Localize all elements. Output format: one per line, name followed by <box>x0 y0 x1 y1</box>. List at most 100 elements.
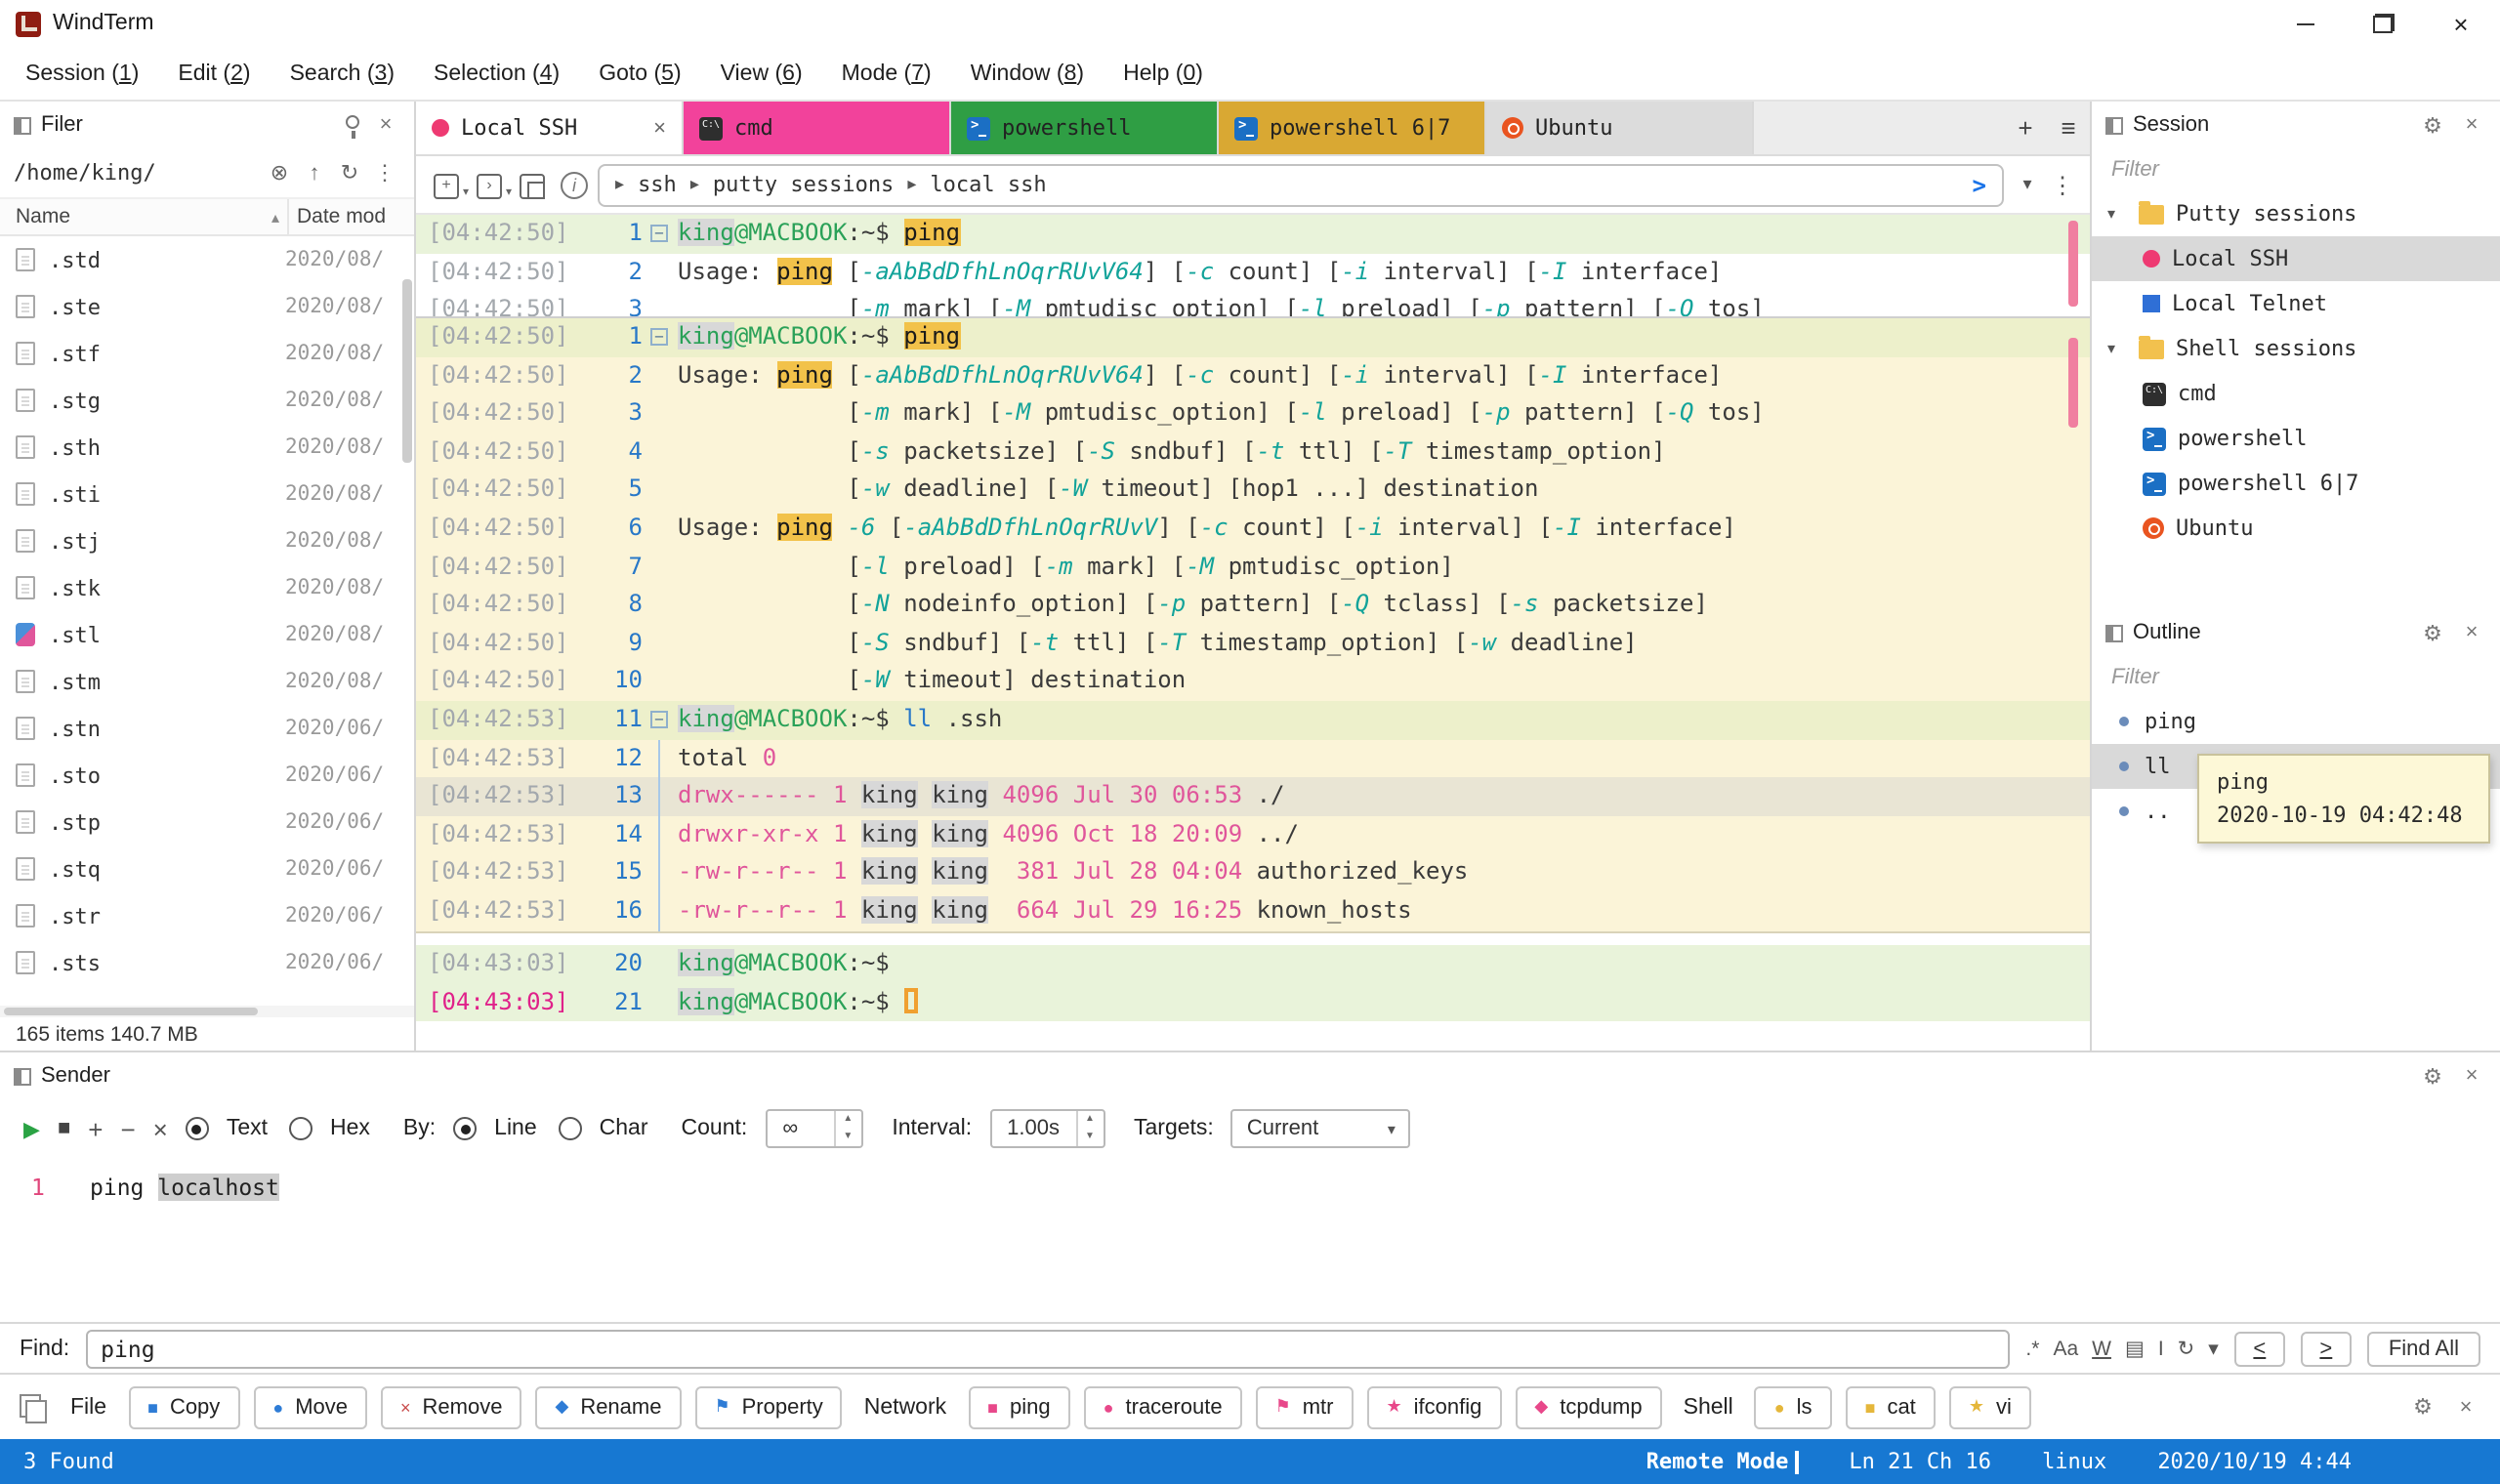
file-row[interactable]: .stf 2020/08/ <box>0 330 414 377</box>
find-next-button[interactable]: > <box>2300 1331 2352 1366</box>
current-path[interactable]: /home/king/ <box>14 160 156 186</box>
toolbar-button-vi[interactable]: ★ vi <box>1948 1385 2031 1428</box>
new-tab-button[interactable]: + <box>2004 102 2047 154</box>
menu-item-search[interactable]: Search (3) <box>271 62 414 85</box>
toolbar-button-property[interactable]: ⚑ Property <box>694 1385 843 1428</box>
duplicate-session-icon[interactable] <box>475 169 512 200</box>
session-item-putty-sessions[interactable]: ▾ Putty sessions <box>2092 191 2500 236</box>
toolbar-button-remove[interactable]: × Remove <box>381 1385 522 1428</box>
outline-filter-input[interactable]: Filter <box>2092 656 2500 699</box>
increment-icon[interactable]: ▲ <box>1077 1111 1103 1129</box>
gear-icon[interactable]: ⚙ <box>2418 620 2447 645</box>
count-spinner[interactable]: ∞ ▲ ▼ <box>765 1109 863 1148</box>
find-all-button[interactable]: Find All <box>2366 1331 2480 1366</box>
fold-marker-icon[interactable]: − <box>650 328 668 346</box>
pin-icon[interactable] <box>342 111 361 139</box>
menu-item-view[interactable]: View (6) <box>701 62 822 85</box>
datetime-status[interactable]: 2020/10/19 4:44 <box>2157 1449 2352 1474</box>
toolbar-button-mtr[interactable]: ⚑ mtr <box>1255 1385 1354 1428</box>
hex-mode-radio[interactable] <box>289 1117 312 1140</box>
terminal-pane-main[interactable]: [04:42:50] 1− king@MACBOOK:~$ ping [04:42:5… <box>416 318 2090 933</box>
session-item-powershell[interactable]: powershell <box>2092 416 2500 461</box>
char-mode-radio[interactable] <box>558 1117 582 1140</box>
maximize-button[interactable] <box>2344 0 2422 47</box>
menu-item-goto[interactable]: Goto (5) <box>579 62 700 85</box>
close-panel-icon[interactable]: × <box>2451 1395 2480 1419</box>
menu-item-mode[interactable]: Mode (7) <box>822 62 951 85</box>
file-row[interactable]: .stm 2020/08/ <box>0 658 414 705</box>
file-row[interactable]: .sts 2020/06/ <box>0 939 414 986</box>
clear-path-icon[interactable]: ⊗ <box>264 160 295 186</box>
new-session-icon[interactable] <box>432 169 469 200</box>
breadcrumb-item[interactable]: ssh <box>638 172 677 197</box>
refresh-icon[interactable]: ↻ <box>334 160 365 186</box>
close-tab-icon[interactable]: × <box>653 116 666 140</box>
more-options-icon[interactable]: ⋮ <box>2051 171 2074 198</box>
menu-item-edit[interactable]: Edit (2) <box>158 62 270 85</box>
find-options-dropdown-icon[interactable]: ▾ <box>2208 1337 2219 1360</box>
chevron-down-icon[interactable]: ▾ <box>2014 174 2041 195</box>
session-item-ubuntu[interactable]: Ubuntu <box>2092 506 2500 551</box>
line-mode-radio[interactable] <box>453 1117 478 1140</box>
toolbar-button-copy[interactable]: ■ Copy <box>128 1385 240 1428</box>
fold-marker-icon[interactable]: − <box>650 710 668 728</box>
tab-local-ssh[interactable]: Local SSH × <box>416 102 684 154</box>
wrap-around-icon[interactable]: ↻ <box>2178 1337 2195 1360</box>
menu-item-window[interactable]: Window (8) <box>951 62 1104 85</box>
menu-item-selection[interactable]: Selection (4) <box>414 62 579 85</box>
horizontal-scrollbar[interactable] <box>0 1006 414 1017</box>
file-row[interactable]: .stk 2020/08/ <box>0 564 414 611</box>
cursor-icon[interactable]: I <box>2158 1337 2164 1360</box>
file-row[interactable]: .stn 2020/06/ <box>0 705 414 752</box>
platform-status[interactable]: linux <box>2042 1449 2106 1474</box>
session-item-shell-sessions[interactable]: ▾ Shell sessions <box>2092 326 2500 371</box>
targets-dropdown[interactable]: Current ▾ <box>1230 1109 1411 1148</box>
add-line-button[interactable]: + <box>88 1114 103 1143</box>
toolbar-button-ping[interactable]: ■ ping <box>968 1385 1070 1428</box>
session-item-cmd[interactable]: cmd <box>2092 371 2500 416</box>
tab-powershell[interactable]: powershell <box>951 102 1219 154</box>
clear-button[interactable]: × <box>153 1114 168 1143</box>
breadcrumb-item[interactable]: local ssh <box>930 172 1046 197</box>
regex-icon[interactable]: .* <box>2025 1337 2039 1360</box>
file-row[interactable]: .sto 2020/06/ <box>0 752 414 799</box>
terminal-pane-top[interactable]: [04:42:50] 1− king@MACBOOK:~$ ping [04:42:5… <box>416 215 2090 318</box>
remove-line-button[interactable]: − <box>120 1114 135 1143</box>
file-row[interactable]: .stp 2020/06/ <box>0 799 414 845</box>
close-panel-icon[interactable]: × <box>2457 621 2486 644</box>
session-item-powershell-6-7[interactable]: powershell 6|7 <box>2092 461 2500 506</box>
vertical-scrollbar[interactable] <box>402 279 412 463</box>
fold-marker-icon[interactable]: − <box>650 225 668 242</box>
stop-button[interactable]: ■ <box>58 1117 70 1140</box>
gear-icon[interactable]: ⚙ <box>2418 112 2447 138</box>
session-filter-input[interactable]: Filter <box>2092 148 2500 191</box>
file-row[interactable]: .stj 2020/08/ <box>0 517 414 564</box>
session-item-local-telnet[interactable]: Local Telnet <box>2092 281 2500 326</box>
close-panel-icon[interactable]: × <box>371 113 400 137</box>
file-row[interactable]: .std 2020/08/ <box>0 236 414 283</box>
file-row[interactable]: .stl 2020/08/ <box>0 611 414 658</box>
whole-word-icon[interactable]: W <box>2092 1337 2111 1360</box>
file-row[interactable]: .str 2020/06/ <box>0 892 414 939</box>
file-row[interactable]: .sth 2020/08/ <box>0 424 414 471</box>
name-column-header[interactable]: Name ▴ <box>0 199 289 234</box>
gear-icon[interactable]: ⚙ <box>2408 1394 2438 1420</box>
info-icon[interactable] <box>561 171 588 198</box>
menu-item-session[interactable]: Session (1) <box>6 62 158 85</box>
terminal-pane-bottom[interactable]: [04:43:03] 20 king@MACBOOK:~$ [04:43:03] 21 k… <box>416 933 2090 1051</box>
menu-item-help[interactable]: Help (0) <box>1104 62 1223 85</box>
clipboard-icon[interactable] <box>518 169 551 200</box>
interval-spinner[interactable]: 1.00s ▲ ▼ <box>989 1109 1104 1148</box>
address-box[interactable]: ▸ ssh ▸ putty sessions ▸ local ssh > <box>598 163 2004 206</box>
text-mode-radio[interactable] <box>185 1117 209 1140</box>
tab-powershell-6-7[interactable]: powershell 6|7 <box>1219 102 1486 154</box>
toolbar-button-ls[interactable]: ● ls <box>1754 1385 1832 1428</box>
session-item-local-ssh[interactable]: Local SSH <box>2092 236 2500 281</box>
toolbar-button-move[interactable]: ● Move <box>253 1385 367 1428</box>
title-bar[interactable]: WindTerm × <box>0 0 2500 47</box>
tab-list-button[interactable]: ≡ <box>2047 102 2090 154</box>
toolbar-button-rename[interactable]: ◆ Rename <box>535 1385 682 1428</box>
decrement-icon[interactable]: ▼ <box>835 1129 860 1146</box>
increment-icon[interactable]: ▲ <box>835 1111 860 1129</box>
sender-editor[interactable]: 1 ping localhost <box>0 1158 2500 1322</box>
